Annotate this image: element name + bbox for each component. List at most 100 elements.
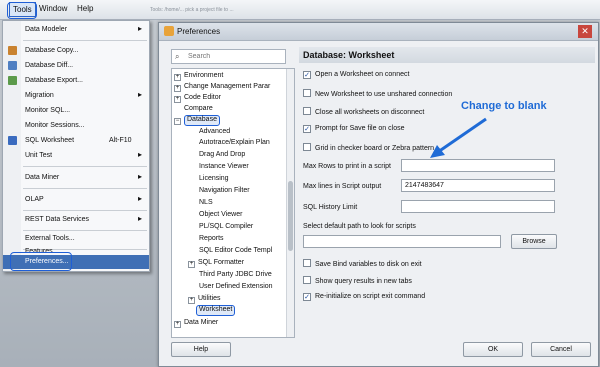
max-lines-field[interactable]: 2147483647: [401, 179, 555, 192]
tree-node-label: Autotrace/Explain Plan: [199, 139, 270, 146]
tree-scrollbar[interactable]: [286, 69, 294, 337]
expand-icon[interactable]: +: [174, 74, 181, 81]
default-path-label: Select default path to look for scripts: [303, 223, 416, 230]
option-new-worksheet[interactable]: New Worksheet to use unshared connection: [303, 89, 452, 101]
tree-node-label: Data Miner: [184, 319, 219, 326]
expand-icon[interactable]: +: [174, 321, 181, 328]
checkbox-checked[interactable]: ✓: [303, 125, 311, 133]
max-rows-label: Max Rows to print in a script: [303, 163, 391, 170]
collapse-icon[interactable]: −: [174, 118, 181, 125]
checkbox[interactable]: [303, 107, 311, 115]
tree-node-label: SQL Formatter: [198, 259, 245, 266]
checkbox[interactable]: [303, 259, 311, 267]
close-icon[interactable]: ✕: [578, 25, 592, 38]
tree-node-database[interactable]: Database: [184, 115, 220, 126]
menu-item-data-miner[interactable]: Data Miner ▸: [3, 171, 149, 185]
submenu-arrow-icon: ▸: [137, 194, 142, 203]
browse-button[interactable]: Browse: [511, 234, 557, 249]
menu-item-data-modeler[interactable]: Data Modeler ▸: [3, 23, 149, 37]
tree-node-database-expander[interactable]: −: [174, 116, 184, 127]
tree-node-drag-and-drop[interactable]: Drag And Drop: [199, 151, 245, 162]
search-input[interactable]: [188, 51, 283, 62]
tree-node-environment[interactable]: + Environment: [174, 72, 223, 83]
tree-node-user-defined-extensions[interactable]: User Defined Extension: [199, 283, 273, 294]
option-close-all[interactable]: Close all worksheets on disconnect: [303, 107, 424, 119]
tree-node-autotrace[interactable]: Autotrace/Explain Plan: [199, 139, 270, 150]
tree-node-label: Worksheet: [199, 306, 233, 313]
tree-node-third-party-jdbc[interactable]: Third Party JDBC Drive: [199, 271, 272, 282]
search-icon: ⌕: [175, 52, 180, 61]
checkbox[interactable]: [303, 143, 311, 151]
tree-node-licensing[interactable]: Licensing: [199, 175, 229, 186]
tree-node-code-editor[interactable]: + Code Editor: [174, 94, 221, 105]
checkbox[interactable]: [303, 89, 311, 97]
checkbox[interactable]: [303, 276, 311, 284]
sql-worksheet-icon: [8, 136, 17, 145]
menu-item-shortcut: Alt-F10: [109, 137, 132, 144]
tree-node-reports[interactable]: Reports: [199, 235, 224, 246]
menu-item-unit-test[interactable]: Unit Test ▸: [3, 149, 149, 163]
menu-item-sql-worksheet[interactable]: SQL Worksheet Alt-F10: [3, 134, 149, 148]
tree-node-data-miner[interactable]: + Data Miner: [174, 319, 218, 330]
menu-item-rest-data-services[interactable]: REST Data Services ▸: [3, 213, 149, 227]
tree-node-worksheet[interactable]: Worksheet: [196, 305, 236, 316]
scrollbar-thumb[interactable]: [288, 181, 293, 251]
expand-icon[interactable]: +: [188, 297, 195, 304]
option-label: Close all worksheets on disconnect: [315, 109, 425, 116]
checkbox-checked[interactable]: ✓: [303, 71, 311, 79]
menu-item-label: Database Diff...: [25, 62, 74, 69]
ok-button[interactable]: OK: [463, 342, 523, 357]
expand-icon[interactable]: +: [174, 96, 181, 103]
tree-node-sql-editor-code-templates[interactable]: SQL Editor Code Templ: [199, 247, 272, 258]
option-grid-checker[interactable]: Grid in checker board or Zebra pattern: [303, 143, 434, 155]
expand-icon[interactable]: +: [174, 85, 181, 92]
option-show-query[interactable]: Show query results in new tabs: [303, 276, 412, 288]
tree-node-nls[interactable]: NLS: [199, 199, 213, 210]
menu-item-database-copy[interactable]: Database Copy...: [3, 44, 149, 58]
dialog-titlebar[interactable]: Preferences ✕: [159, 23, 598, 41]
checkbox-checked[interactable]: ✓: [303, 293, 311, 301]
menu-help[interactable]: Help: [77, 4, 93, 13]
tree-node-label: Object Viewer: [199, 211, 243, 218]
menu-item-label: Monitor Sessions...: [25, 122, 85, 129]
tree-node-label: Navigation Filter: [199, 187, 250, 194]
help-button[interactable]: Help: [171, 342, 231, 357]
option-open-on-connect[interactable]: ✓ Open a Worksheet on connect: [303, 71, 409, 83]
option-label: Prompt for Save file on close: [315, 125, 405, 132]
option-reinit[interactable]: ✓ Re-initialize on script exit command: [303, 293, 425, 305]
tree-node-instance-viewer[interactable]: Instance Viewer: [199, 163, 249, 174]
option-save-bind[interactable]: Save Bind variables to disk on exit: [303, 259, 422, 271]
option-prompt-save[interactable]: ✓ Prompt for Save file on close: [303, 125, 405, 137]
menu-item-olap[interactable]: OLAP ▸: [3, 193, 149, 207]
default-path-field[interactable]: [303, 235, 501, 248]
menu-item-label: REST Data Services: [25, 216, 90, 223]
sql-history-label: SQL History Limit: [303, 204, 358, 211]
tree-node-navigation-filter[interactable]: Navigation Filter: [199, 187, 250, 198]
preferences-search[interactable]: ⌕: [171, 49, 286, 64]
tree-node-label: NLS: [199, 199, 213, 206]
sql-history-field[interactable]: [401, 200, 555, 213]
dialog-title: Preferences: [177, 27, 221, 36]
cancel-button[interactable]: Cancel: [531, 342, 591, 357]
menu-item-monitor-sql[interactable]: Monitor SQL...: [3, 104, 149, 118]
tree-node-object-viewer[interactable]: Object Viewer: [199, 211, 242, 222]
preferences-tree: + Environment + Change Management Parar + C…: [171, 68, 295, 338]
app-icon: [164, 26, 174, 36]
tree-node-plsql-compiler[interactable]: PL/SQL Compiler: [199, 223, 253, 234]
menu-item-database-export[interactable]: Database Export...: [3, 74, 149, 88]
max-rows-field[interactable]: [401, 159, 555, 172]
tree-node-advanced[interactable]: Advanced: [199, 128, 230, 139]
preferences-dialog: Preferences ✕ ⌕ +Environment +Change Man…: [158, 22, 599, 367]
tree-node-change-management[interactable]: + Change Management Parar: [174, 83, 270, 94]
menu-item-label: Unit Test: [25, 152, 53, 159]
menu-item-database-diff[interactable]: Database Diff...: [3, 59, 149, 73]
tree-node-sql-formatter[interactable]: + SQL Formatter: [188, 259, 244, 270]
expand-icon[interactable]: +: [188, 261, 195, 268]
menu-item-migration[interactable]: Migration ▸: [3, 89, 149, 103]
menu-item-monitor-sessions[interactable]: Monitor Sessions...: [3, 119, 149, 133]
menu-item-label: Database Export...: [25, 77, 83, 84]
menu-separator: [23, 230, 147, 231]
menu-window[interactable]: Window: [39, 4, 67, 13]
max-lines-label: Max lines in Script output: [303, 183, 382, 190]
menu-separator: [23, 210, 147, 211]
